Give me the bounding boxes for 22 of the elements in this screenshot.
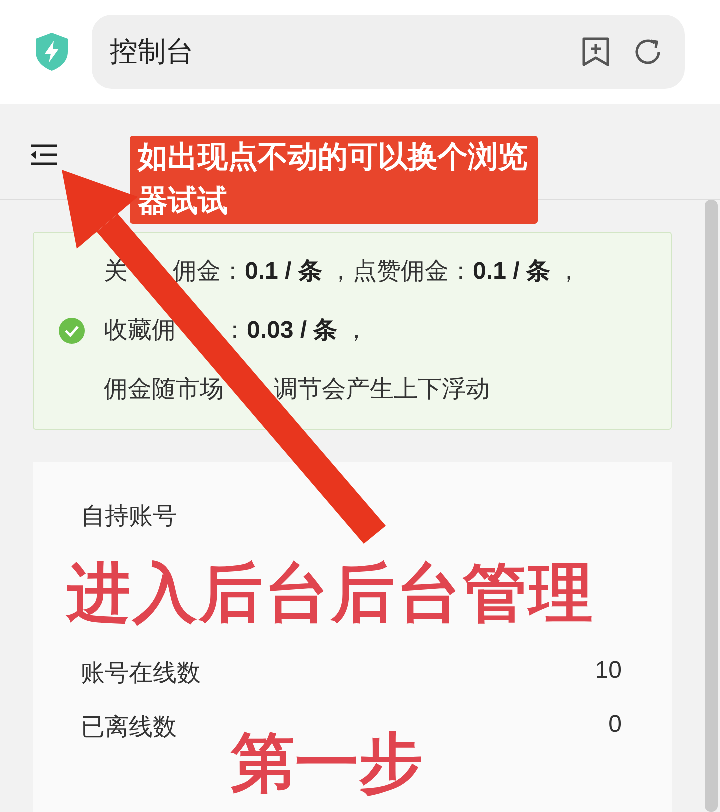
notice-text: 佣金：0.1 / 条 ，点赞佣金：0.1 / 条 ， [173, 257, 582, 287]
menu-icon[interactable] [30, 144, 58, 166]
shield-icon [34, 32, 70, 72]
stat-label: 账号在线数 [81, 659, 201, 689]
bookmark-add-icon[interactable] [581, 36, 611, 68]
card-title: 自持账号 [81, 502, 178, 532]
reload-icon[interactable] [633, 37, 663, 67]
stat-value: 10 [595, 657, 622, 686]
scrollbar[interactable] [705, 200, 718, 812]
check-icon [58, 317, 86, 345]
notice-text: 收藏佣 [104, 316, 176, 346]
annotation-headline: 进入后台后台管理 [67, 556, 596, 631]
stat-label: 已离线数 [81, 713, 177, 743]
notice-text: 佣金随市场 [104, 375, 224, 405]
address-bar[interactable]: 控制台 [92, 15, 685, 89]
annotation-label: 如出现点不动的可以换个浏览器试试 [130, 136, 538, 224]
notice-text: 调节会产生上下浮动 [274, 375, 490, 405]
notice-text: 关 [104, 257, 128, 287]
stat-value: 0 [608, 711, 622, 740]
notice-text: ：0.03 / 条 ， [223, 316, 368, 346]
address-text: 控制台 [110, 35, 195, 69]
annotation-step: 第一步 [231, 720, 423, 807]
